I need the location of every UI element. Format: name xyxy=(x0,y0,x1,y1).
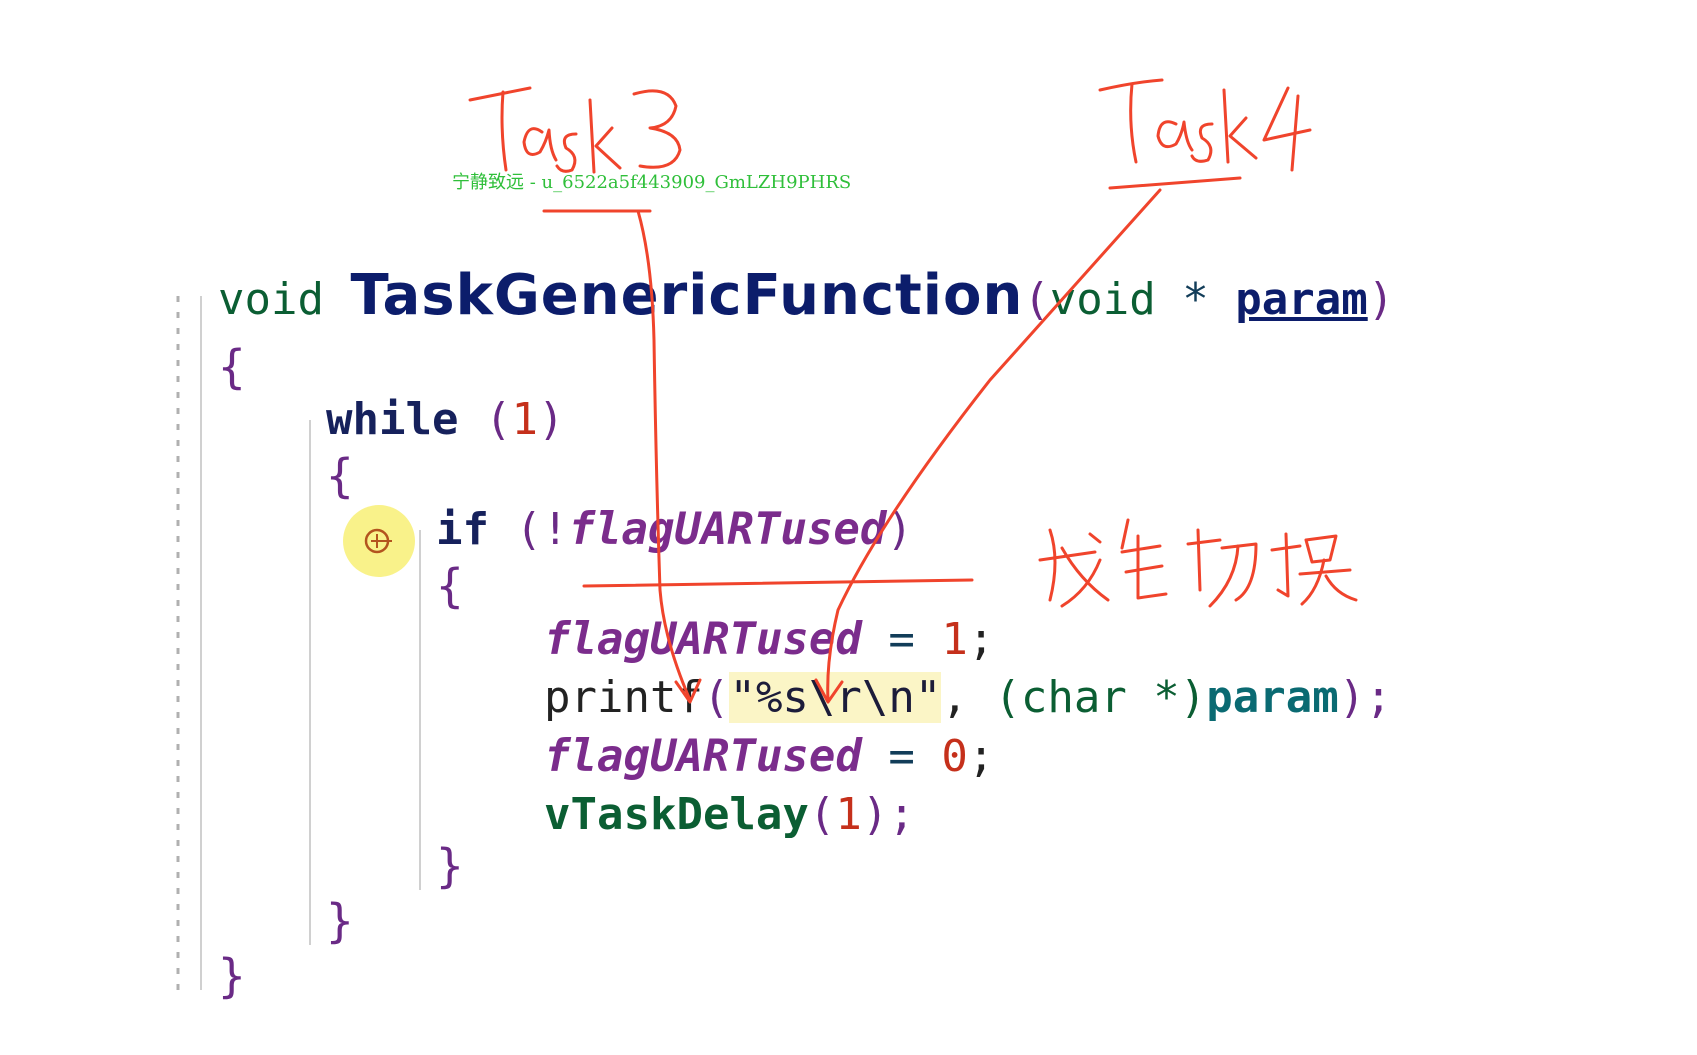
code-line-brace-open[interactable]: { xyxy=(436,563,464,609)
code-line-printf[interactable]: printf("%s\r\n", (char *)param); xyxy=(544,672,1392,723)
paren-close: ); xyxy=(861,789,915,840)
code-line-if[interactable]: if (!flagUARTused) xyxy=(436,508,913,552)
editor-canvas: 宁静致远 - u_6522a5f443909_GmLZH9PHRS void T… xyxy=(0,0,1697,1055)
number-literal: 1 xyxy=(511,394,538,445)
code-line-brace-open[interactable]: { xyxy=(326,453,354,499)
watermark-text: 宁静致远 - u_6522a5f443909_GmLZH9PHRS xyxy=(452,172,852,193)
semicolon: ; xyxy=(967,731,995,782)
format-string: "%s\r\n" xyxy=(729,672,942,723)
return-type: void xyxy=(218,274,324,325)
cast-expression: (char *) xyxy=(994,672,1207,723)
param-name: param xyxy=(1235,274,1368,325)
function-name: TaskGenericFunction xyxy=(350,263,1024,328)
paren-open: ( xyxy=(702,672,730,723)
paren-open: ( xyxy=(458,394,512,445)
assign-operator: = xyxy=(861,731,942,782)
param-name: param xyxy=(1206,672,1339,723)
number-literal: 1 xyxy=(835,789,862,840)
if-keyword: if xyxy=(436,504,489,555)
code-line-function-signature[interactable]: void TaskGenericFunction(void * param) xyxy=(218,268,1394,324)
paren-open: ( xyxy=(808,789,836,840)
paren-close: ) xyxy=(886,504,913,555)
code-line-brace-close[interactable]: } xyxy=(326,898,354,944)
paren-open: ( xyxy=(1023,274,1050,325)
paren-close: ) xyxy=(1367,274,1395,325)
number-literal: 0 xyxy=(941,731,968,782)
flag-variable: flagUARTused xyxy=(544,614,862,665)
crosshair-cursor-icon xyxy=(364,528,392,554)
code-line-while[interactable]: while (1) xyxy=(326,398,564,442)
code-line-brace-close[interactable]: } xyxy=(436,843,464,889)
pointer-star: * xyxy=(1155,274,1236,325)
paren-close: ); xyxy=(1338,672,1392,723)
comma: , xyxy=(941,672,995,723)
code-line-brace-close[interactable]: } xyxy=(218,953,246,999)
flag-variable: flagUARTused xyxy=(568,504,887,555)
semicolon: ; xyxy=(967,614,995,665)
code-line-brace-open[interactable]: { xyxy=(218,344,246,390)
paren-open: (! xyxy=(488,504,569,555)
code-line-clear-flag[interactable]: flagUARTused = 0; xyxy=(544,735,994,779)
paren-close: ) xyxy=(537,394,565,445)
number-literal: 1 xyxy=(941,614,968,665)
while-keyword: while xyxy=(326,394,459,445)
param-type: void xyxy=(1049,274,1156,325)
assign-operator: = xyxy=(861,614,942,665)
code-line-task-delay[interactable]: vTaskDelay(1); xyxy=(544,793,915,837)
printf-call: printf xyxy=(544,672,703,723)
vtaskdelay-call: vTaskDelay xyxy=(544,789,809,840)
code-line-set-flag[interactable]: flagUARTused = 1; xyxy=(544,618,994,662)
flag-variable: flagUARTused xyxy=(544,731,862,782)
